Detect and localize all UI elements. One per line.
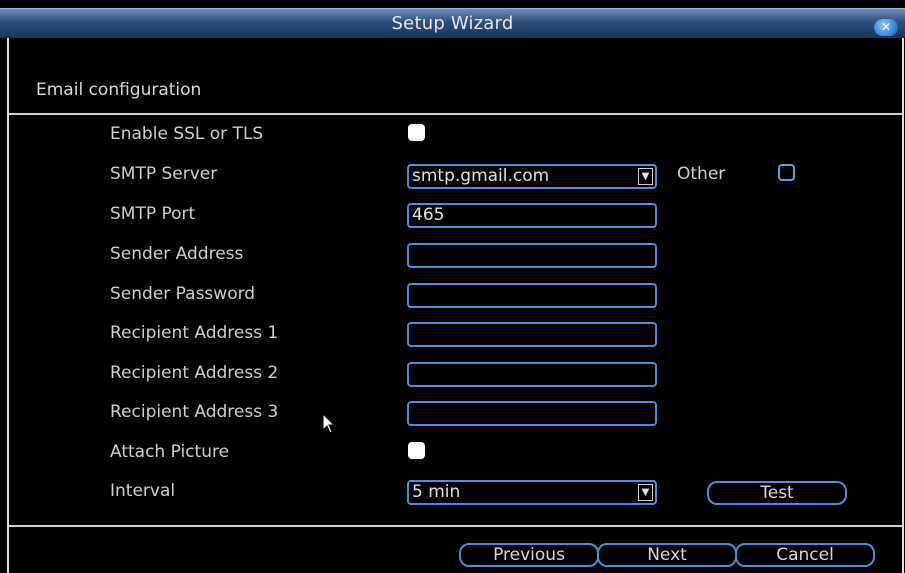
other-label: Other xyxy=(677,164,726,184)
recipient-address-2-label: Recipient Address 2 xyxy=(110,363,279,383)
recipient-address-3-label: Recipient Address 3 xyxy=(110,402,279,422)
interval-label: Interval xyxy=(110,481,176,501)
sender-address-label: Sender Address xyxy=(110,244,244,264)
recipient-address-3-input[interactable] xyxy=(407,401,657,426)
chevron-down-icon[interactable]: ▼ xyxy=(638,484,653,501)
smtp-port-input[interactable]: 465 xyxy=(407,203,657,228)
frame-right-border xyxy=(902,38,904,573)
mouse-pointer-icon xyxy=(322,413,336,434)
recipient-address-1-input[interactable] xyxy=(407,322,657,347)
previous-button[interactable]: Previous xyxy=(459,543,599,567)
smtp-server-value: smtp.gmail.com xyxy=(412,166,550,186)
test-button[interactable]: Test xyxy=(707,481,847,505)
ssl-label: Enable SSL or TLS xyxy=(110,124,264,144)
cancel-button[interactable]: Cancel xyxy=(735,543,875,567)
smtp-port-label: SMTP Port xyxy=(110,204,196,224)
chevron-down-icon[interactable]: ▼ xyxy=(638,168,653,185)
smtp-server-select[interactable]: smtp.gmail.com ▼ xyxy=(407,164,657,189)
sender-address-input[interactable] xyxy=(407,243,657,268)
smtp-server-label: SMTP Server xyxy=(110,164,218,184)
divider-top xyxy=(9,113,902,115)
divider-bottom xyxy=(9,525,902,527)
interval-select[interactable]: 5 min ▼ xyxy=(407,480,657,505)
close-icon: ✕ xyxy=(880,20,892,34)
ssl-checkbox[interactable] xyxy=(408,124,425,141)
frame-left-border xyxy=(7,38,9,573)
smtp-port-value: 465 xyxy=(412,205,445,225)
sender-password-label: Sender Password xyxy=(110,284,256,304)
close-button[interactable]: ✕ xyxy=(874,19,898,36)
other-checkbox[interactable] xyxy=(778,164,795,181)
window-title: Setup Wizard xyxy=(391,13,514,34)
recipient-address-2-input[interactable] xyxy=(407,362,657,387)
attach-picture-label: Attach Picture xyxy=(110,442,230,462)
sender-password-input[interactable] xyxy=(407,283,657,308)
attach-picture-checkbox[interactable] xyxy=(408,442,425,459)
interval-value: 5 min xyxy=(412,482,461,502)
title-bar: Setup Wizard ✕ xyxy=(0,8,905,38)
section-title: Email configuration xyxy=(36,80,202,100)
next-button[interactable]: Next xyxy=(597,543,737,567)
recipient-address-1-label: Recipient Address 1 xyxy=(110,323,279,343)
